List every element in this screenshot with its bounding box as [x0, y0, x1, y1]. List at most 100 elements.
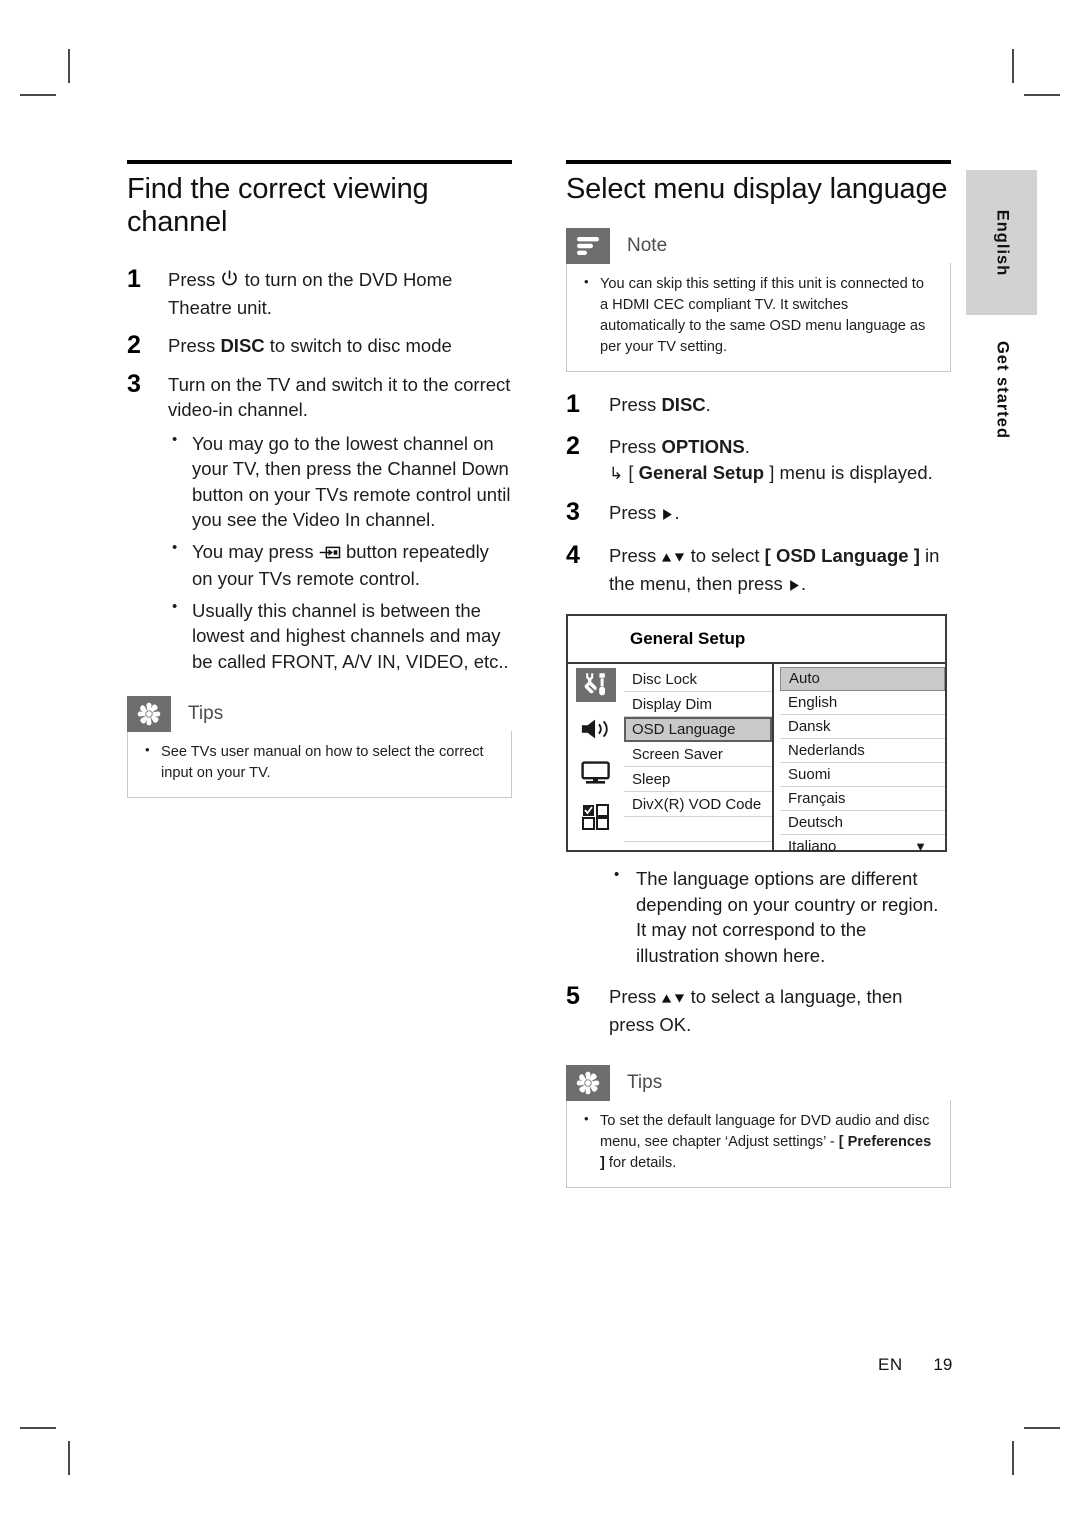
- osd-option-english[interactable]: English: [780, 691, 945, 716]
- step-text-before: Press: [168, 269, 216, 291]
- step-text-end: .: [800, 572, 807, 594]
- bullet-text-before: You may press: [192, 540, 314, 562]
- step-text-end: .: [686, 1013, 692, 1035]
- section-rule-left: [127, 160, 512, 164]
- result-tail: menu is displayed.: [779, 462, 933, 484]
- step-text-after: .: [744, 435, 750, 457]
- step-text-before: Press: [609, 986, 657, 1008]
- bullet-text: Usually this channel is between the lowe…: [192, 599, 509, 672]
- step-result: ↳ [ General Setup ] menu is displayed.: [609, 460, 951, 486]
- tip-item: To set the default language for DVD audi…: [581, 1110, 936, 1174]
- side-tab-language-label: English: [993, 209, 1011, 276]
- steps-list-right-continued: 5 Press to select a language, then press…: [566, 982, 951, 1037]
- tips-callout-left: Tips See TVs user manual on how to selec…: [127, 696, 512, 799]
- preferences-grid-icon[interactable]: [576, 800, 616, 834]
- crop-mark-top-right-v: [1012, 49, 1014, 83]
- note-lines-icon: [566, 228, 610, 265]
- page-title-right: Select menu display language: [566, 173, 948, 205]
- osd-language-label: OSD Language: [775, 545, 909, 567]
- page-title-left: Find the correct viewing channel: [127, 173, 429, 239]
- tips-asterisk-icon: [127, 696, 171, 733]
- osd-option-francais[interactable]: Français: [780, 787, 945, 812]
- tips-callout-body: See TVs user manual on how to select the…: [127, 731, 512, 799]
- step-text-after: to switch to disc mode: [269, 335, 452, 357]
- step-number: 1: [127, 265, 141, 294]
- osd-option-deutsch[interactable]: Deutsch: [780, 811, 945, 836]
- options-button-label: OPTIONS: [661, 435, 745, 457]
- tips-label: Tips: [627, 1072, 663, 1094]
- side-tab-language: English: [966, 170, 1037, 315]
- step-r2: 2 Press OPTIONS. ↳ [ General Setup ] men…: [566, 432, 951, 486]
- step-3-bullets: You may go to the lowest channel on your…: [168, 430, 512, 675]
- crop-mark-top-right-h: [1024, 94, 1060, 96]
- right-arrow-icon: [788, 573, 801, 599]
- osd-option-italiano[interactable]: Italiano ▼: [780, 835, 945, 859]
- step-text-after: .: [705, 394, 711, 416]
- crop-mark-bottom-left-v: [68, 1441, 70, 1475]
- step-r5: 5 Press to select a language, then press…: [566, 982, 951, 1037]
- tips-asterisk-icon: [566, 1065, 610, 1102]
- note-item: You can skip this setting if this unit i…: [581, 273, 936, 358]
- step-number: 5: [566, 982, 580, 1011]
- ok-button-label: OK: [659, 1013, 687, 1035]
- bracket-close: ]: [769, 462, 775, 484]
- note-callout-body: You can skip this setting if this unit i…: [566, 263, 951, 373]
- osd-option-dansk[interactable]: Dansk: [780, 715, 945, 740]
- step-number: 2: [127, 331, 141, 360]
- bullet-language-options: The language options are different depen…: [610, 865, 951, 968]
- osd-title: General Setup: [568, 616, 945, 665]
- side-tab-chapter-label: Get started: [993, 340, 1011, 440]
- osd-menu-item-display-dim[interactable]: Display Dim: [624, 692, 772, 718]
- osd-option-label: Italiano: [788, 838, 837, 856]
- step-number: 3: [127, 369, 141, 398]
- bracket-open: [: [764, 545, 771, 567]
- osd-menu-item-empty: [624, 817, 772, 843]
- bullet-lowest-channel: You may go to the lowest channel on your…: [168, 430, 512, 533]
- side-tab-chapter: Get started: [966, 330, 1037, 450]
- osd-option-auto[interactable]: Auto: [780, 667, 945, 692]
- tools-icon[interactable]: [576, 668, 616, 703]
- speaker-icon[interactable]: [576, 712, 616, 746]
- right-column: Select menu display language Note You ca…: [566, 160, 951, 1189]
- crop-mark-bottom-left-h: [20, 1427, 56, 1429]
- step-text-after: .: [674, 501, 680, 523]
- tips-callout-header: Tips: [566, 1065, 951, 1102]
- right-arrow-icon: [661, 502, 674, 528]
- osd-option-suomi[interactable]: Suomi: [780, 763, 945, 788]
- osd-icon-rail: [568, 664, 624, 850]
- osd-menu-item-screen-saver[interactable]: Screen Saver: [624, 742, 772, 768]
- osd-menu-item-sleep[interactable]: Sleep: [624, 767, 772, 793]
- osd-note-bullets: The language options are different depen…: [610, 865, 951, 968]
- crop-mark-top-left-h: [20, 94, 56, 96]
- step-text-before: Press: [609, 501, 657, 523]
- monitor-icon[interactable]: [576, 756, 616, 790]
- step-r3: 3 Press .: [566, 498, 951, 528]
- footer-locale: EN: [878, 1355, 903, 1374]
- note-label: Note: [627, 235, 668, 257]
- result-hook-icon: ↳: [609, 464, 624, 484]
- step-1: 1 Press to turn on the DVD Home Theatre …: [127, 265, 512, 320]
- page-footer: EN 19: [878, 1355, 952, 1375]
- bracket-close: ]: [913, 545, 920, 567]
- crop-mark-top-left-v: [68, 49, 70, 83]
- steps-list-left: 1 Press to turn on the DVD Home Theatre …: [127, 265, 512, 675]
- bullet-channel-range: Usually this channel is between the lowe…: [168, 597, 512, 675]
- disc-button-label: DISC: [220, 335, 265, 357]
- step-text: Turn on the TV and switch it to the corr…: [168, 373, 511, 421]
- step-r4: 4 Press to select [ OSD Language ] in th…: [566, 541, 951, 599]
- osd-option-nederlands[interactable]: Nederlands: [780, 739, 945, 764]
- general-setup-label: General Setup: [638, 462, 765, 484]
- osd-menu-item-disc-lock[interactable]: Disc Lock: [624, 667, 772, 693]
- step-text-before: Press: [609, 394, 657, 416]
- left-column: Find the correct viewing channel 1 Press…: [127, 160, 512, 799]
- osd-menu-item-osd-language[interactable]: OSD Language: [624, 717, 772, 743]
- osd-settings-list: Disc Lock Display Dim OSD Language Scree…: [624, 664, 774, 851]
- up-down-arrows-icon: [661, 986, 685, 1012]
- osd-menu-item-divx-vod-code[interactable]: DivX(R) VOD Code: [624, 792, 772, 818]
- step-text-before: Press: [609, 435, 657, 457]
- chevron-down-icon[interactable]: ▼: [914, 835, 927, 859]
- power-icon: [220, 269, 239, 295]
- osd-body: Disc Lock Display Dim OSD Language Scree…: [568, 664, 945, 855]
- bullet-source-button: You may press button repeatedly on your …: [168, 538, 512, 592]
- step-text-before: Press: [168, 335, 216, 357]
